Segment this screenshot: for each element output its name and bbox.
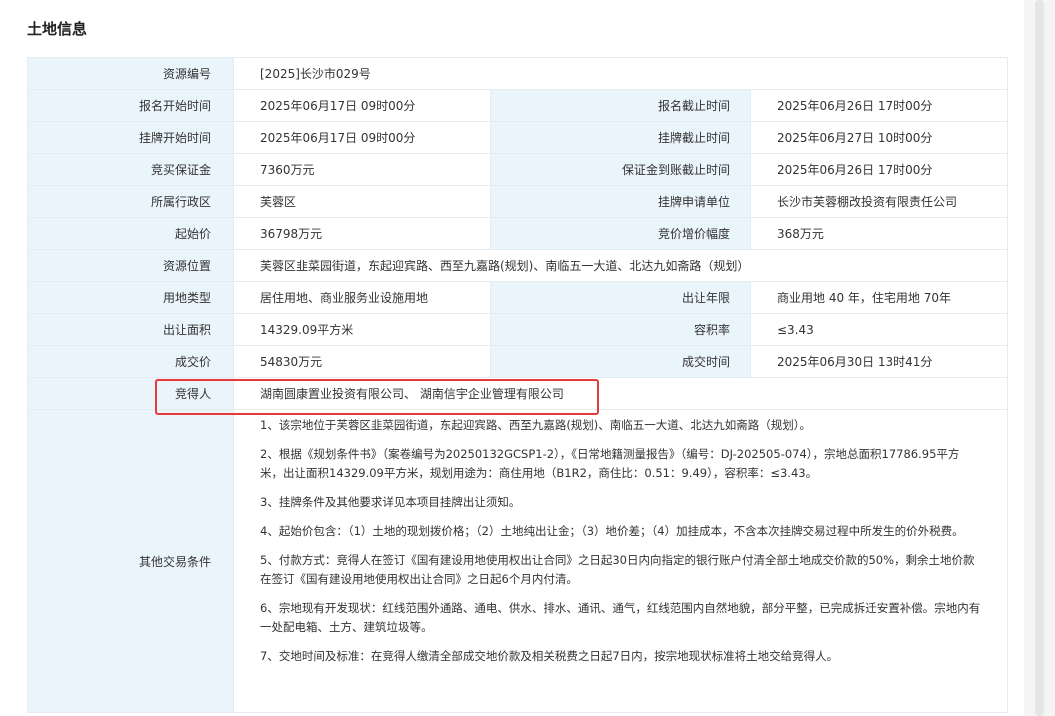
- increment-label: 竞价增价幅度: [490, 217, 751, 250]
- listing-start-label: 挂牌开始时间: [27, 121, 234, 154]
- other-terms-content: 1、该宗地位于芙蓉区韭菜园街道，东起迎宾路、西至九嘉路(规划)、南临五一大道、北…: [233, 409, 1008, 713]
- table-row: 其他交易条件 1、该宗地位于芙蓉区韭菜园街道，东起迎宾路、西至九嘉路(规划)、南…: [27, 409, 1008, 713]
- listing-end-value: 2025年06月27日 10时00分: [750, 121, 1008, 154]
- term-value: 商业用地 40 年，住宅用地 70年: [750, 281, 1008, 314]
- other-terms-item: 7、交地时间及标准：在竞得人缴清全部成交地价款及相关税费之日起7日内，按宗地现状…: [260, 649, 839, 663]
- deposit-deadline-label: 保证金到账截止时间: [490, 153, 751, 186]
- other-terms-item: 3、挂牌条件及其他要求详见本项目挂牌出让须知。: [260, 495, 521, 509]
- listing-start-value: 2025年06月17日 09时00分: [233, 121, 491, 154]
- section-title: 土地信息: [27, 20, 88, 38]
- winner-label: 竞得人: [27, 377, 234, 410]
- district-label: 所属行政区: [27, 185, 234, 218]
- deposit-value: 7360万元: [233, 153, 491, 186]
- far-label: 容积率: [490, 313, 751, 346]
- applicant-value: 长沙市芙蓉棚改投资有限责任公司: [750, 185, 1008, 218]
- district-value: 芙蓉区: [233, 185, 491, 218]
- listing-end-label: 挂牌截止时间: [490, 121, 751, 154]
- term-label: 出让年限: [490, 281, 751, 314]
- area-label: 出让面积: [27, 313, 234, 346]
- scrollbar-thumb[interactable]: [1035, 0, 1044, 716]
- location-label: 资源位置: [27, 249, 234, 282]
- table-row: 竞买保证金 7360万元 保证金到账截止时间 2025年06月26日 17时00…: [27, 153, 1008, 186]
- table-row: 资源编号 [2025]长沙市029号: [27, 57, 1008, 90]
- far-value: ≤3.43: [750, 313, 1008, 346]
- resource-no-value: [2025]长沙市029号: [233, 57, 1008, 90]
- resource-no-label: 资源编号: [27, 57, 234, 90]
- other-terms-label: 其他交易条件: [27, 409, 234, 713]
- other-terms-item: 5、付款方式：竞得人在签订《国有建设用地使用权出让合同》之日起30日内向指定的银…: [260, 553, 975, 586]
- start-price-value: 36798万元: [233, 217, 491, 250]
- table-row: 所属行政区 芙蓉区 挂牌申请单位 长沙市芙蓉棚改投资有限责任公司: [27, 185, 1008, 218]
- deal-price-label: 成交价: [27, 345, 234, 378]
- signup-end-value: 2025年06月26日 17时00分: [750, 89, 1008, 122]
- other-terms-item: 4、起始价包含：（1）土地的现划拨价格；（2）土地纯出让金；（3）地价差；（4）…: [260, 524, 964, 538]
- signup-end-label: 报名截止时间: [490, 89, 751, 122]
- other-terms-item: 2、根据《规划条件书》（案卷编号为20250132GCSP1-2），《日常地籍测…: [260, 447, 960, 480]
- land-info-table: 资源编号 [2025]长沙市029号 报名开始时间 2025年06月17日 09…: [27, 57, 1008, 713]
- deal-time-label: 成交时间: [490, 345, 751, 378]
- signup-start-label: 报名开始时间: [27, 89, 234, 122]
- table-row: 出让面积 14329.09平方米 容积率 ≤3.43: [27, 313, 1008, 346]
- other-terms-item: 6、宗地现有开发现状：红线范围外通路、通电、供水、排水、通讯、通气，红线范围内自…: [260, 601, 981, 634]
- applicant-label: 挂牌申请单位: [490, 185, 751, 218]
- start-price-label: 起始价: [27, 217, 234, 250]
- table-row: 用地类型 居住用地、商业服务业设施用地 出让年限 商业用地 40 年，住宅用地 …: [27, 281, 1008, 314]
- deal-time-value: 2025年06月30日 13时41分: [750, 345, 1008, 378]
- table-row: 起始价 36798万元 竞价增价幅度 368万元: [27, 217, 1008, 250]
- deposit-deadline-value: 2025年06月26日 17时00分: [750, 153, 1008, 186]
- table-row: 报名开始时间 2025年06月17日 09时00分 报名截止时间 2025年06…: [27, 89, 1008, 122]
- location-value: 芙蓉区韭菜园街道，东起迎宾路、西至九嘉路(规划)、南临五一大道、北达九如斋路（规…: [233, 249, 1008, 282]
- table-row: 竞得人 湖南圆康置业投资有限公司、 湖南信宇企业管理有限公司: [27, 377, 1008, 410]
- land-use-label: 用地类型: [27, 281, 234, 314]
- table-row: 资源位置 芙蓉区韭菜园街道，东起迎宾路、西至九嘉路(规划)、南临五一大道、北达九…: [27, 249, 1008, 282]
- increment-value: 368万元: [750, 217, 1008, 250]
- table-row: 挂牌开始时间 2025年06月17日 09时00分 挂牌截止时间 2025年06…: [27, 121, 1008, 154]
- signup-start-value: 2025年06月17日 09时00分: [233, 89, 491, 122]
- land-use-value: 居住用地、商业服务业设施用地: [233, 281, 491, 314]
- winner-value: 湖南圆康置业投资有限公司、 湖南信宇企业管理有限公司: [233, 377, 1008, 410]
- deposit-label: 竞买保证金: [27, 153, 234, 186]
- other-terms-item: 1、该宗地位于芙蓉区韭菜园街道，东起迎宾路、西至九嘉路(规划)、南临五一大道、北…: [260, 418, 812, 432]
- deal-price-value: 54830万元: [233, 345, 491, 378]
- area-value: 14329.09平方米: [233, 313, 491, 346]
- land-info-panel: 土地信息 资源编号 [2025]长沙市029号 报名开始时间 2025年06月1…: [0, 0, 1024, 716]
- table-row: 成交价 54830万元 成交时间 2025年06月30日 13时41分: [27, 345, 1008, 378]
